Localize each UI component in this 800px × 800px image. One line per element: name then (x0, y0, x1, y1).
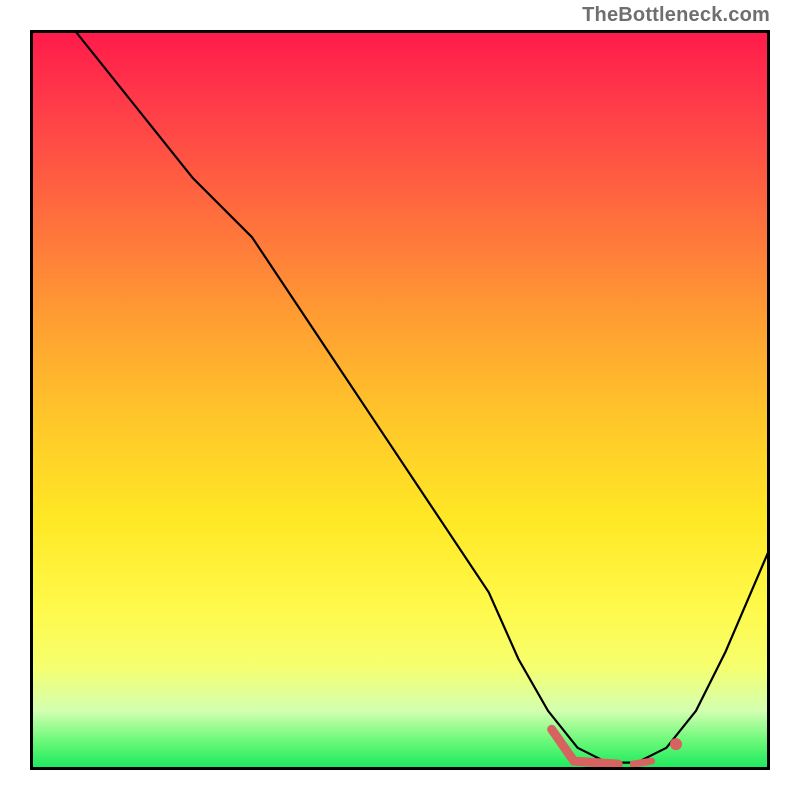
highlight-dash (633, 761, 652, 764)
marker-layer (552, 729, 682, 764)
highlight-segment-left (552, 729, 619, 764)
curve-path (74, 30, 770, 763)
bottleneck-curve (74, 30, 770, 763)
chart-svg (30, 30, 770, 770)
chart-frame (30, 30, 770, 770)
attribution-text: TheBottleneck.com (582, 4, 770, 27)
highlight-dot (670, 738, 682, 750)
